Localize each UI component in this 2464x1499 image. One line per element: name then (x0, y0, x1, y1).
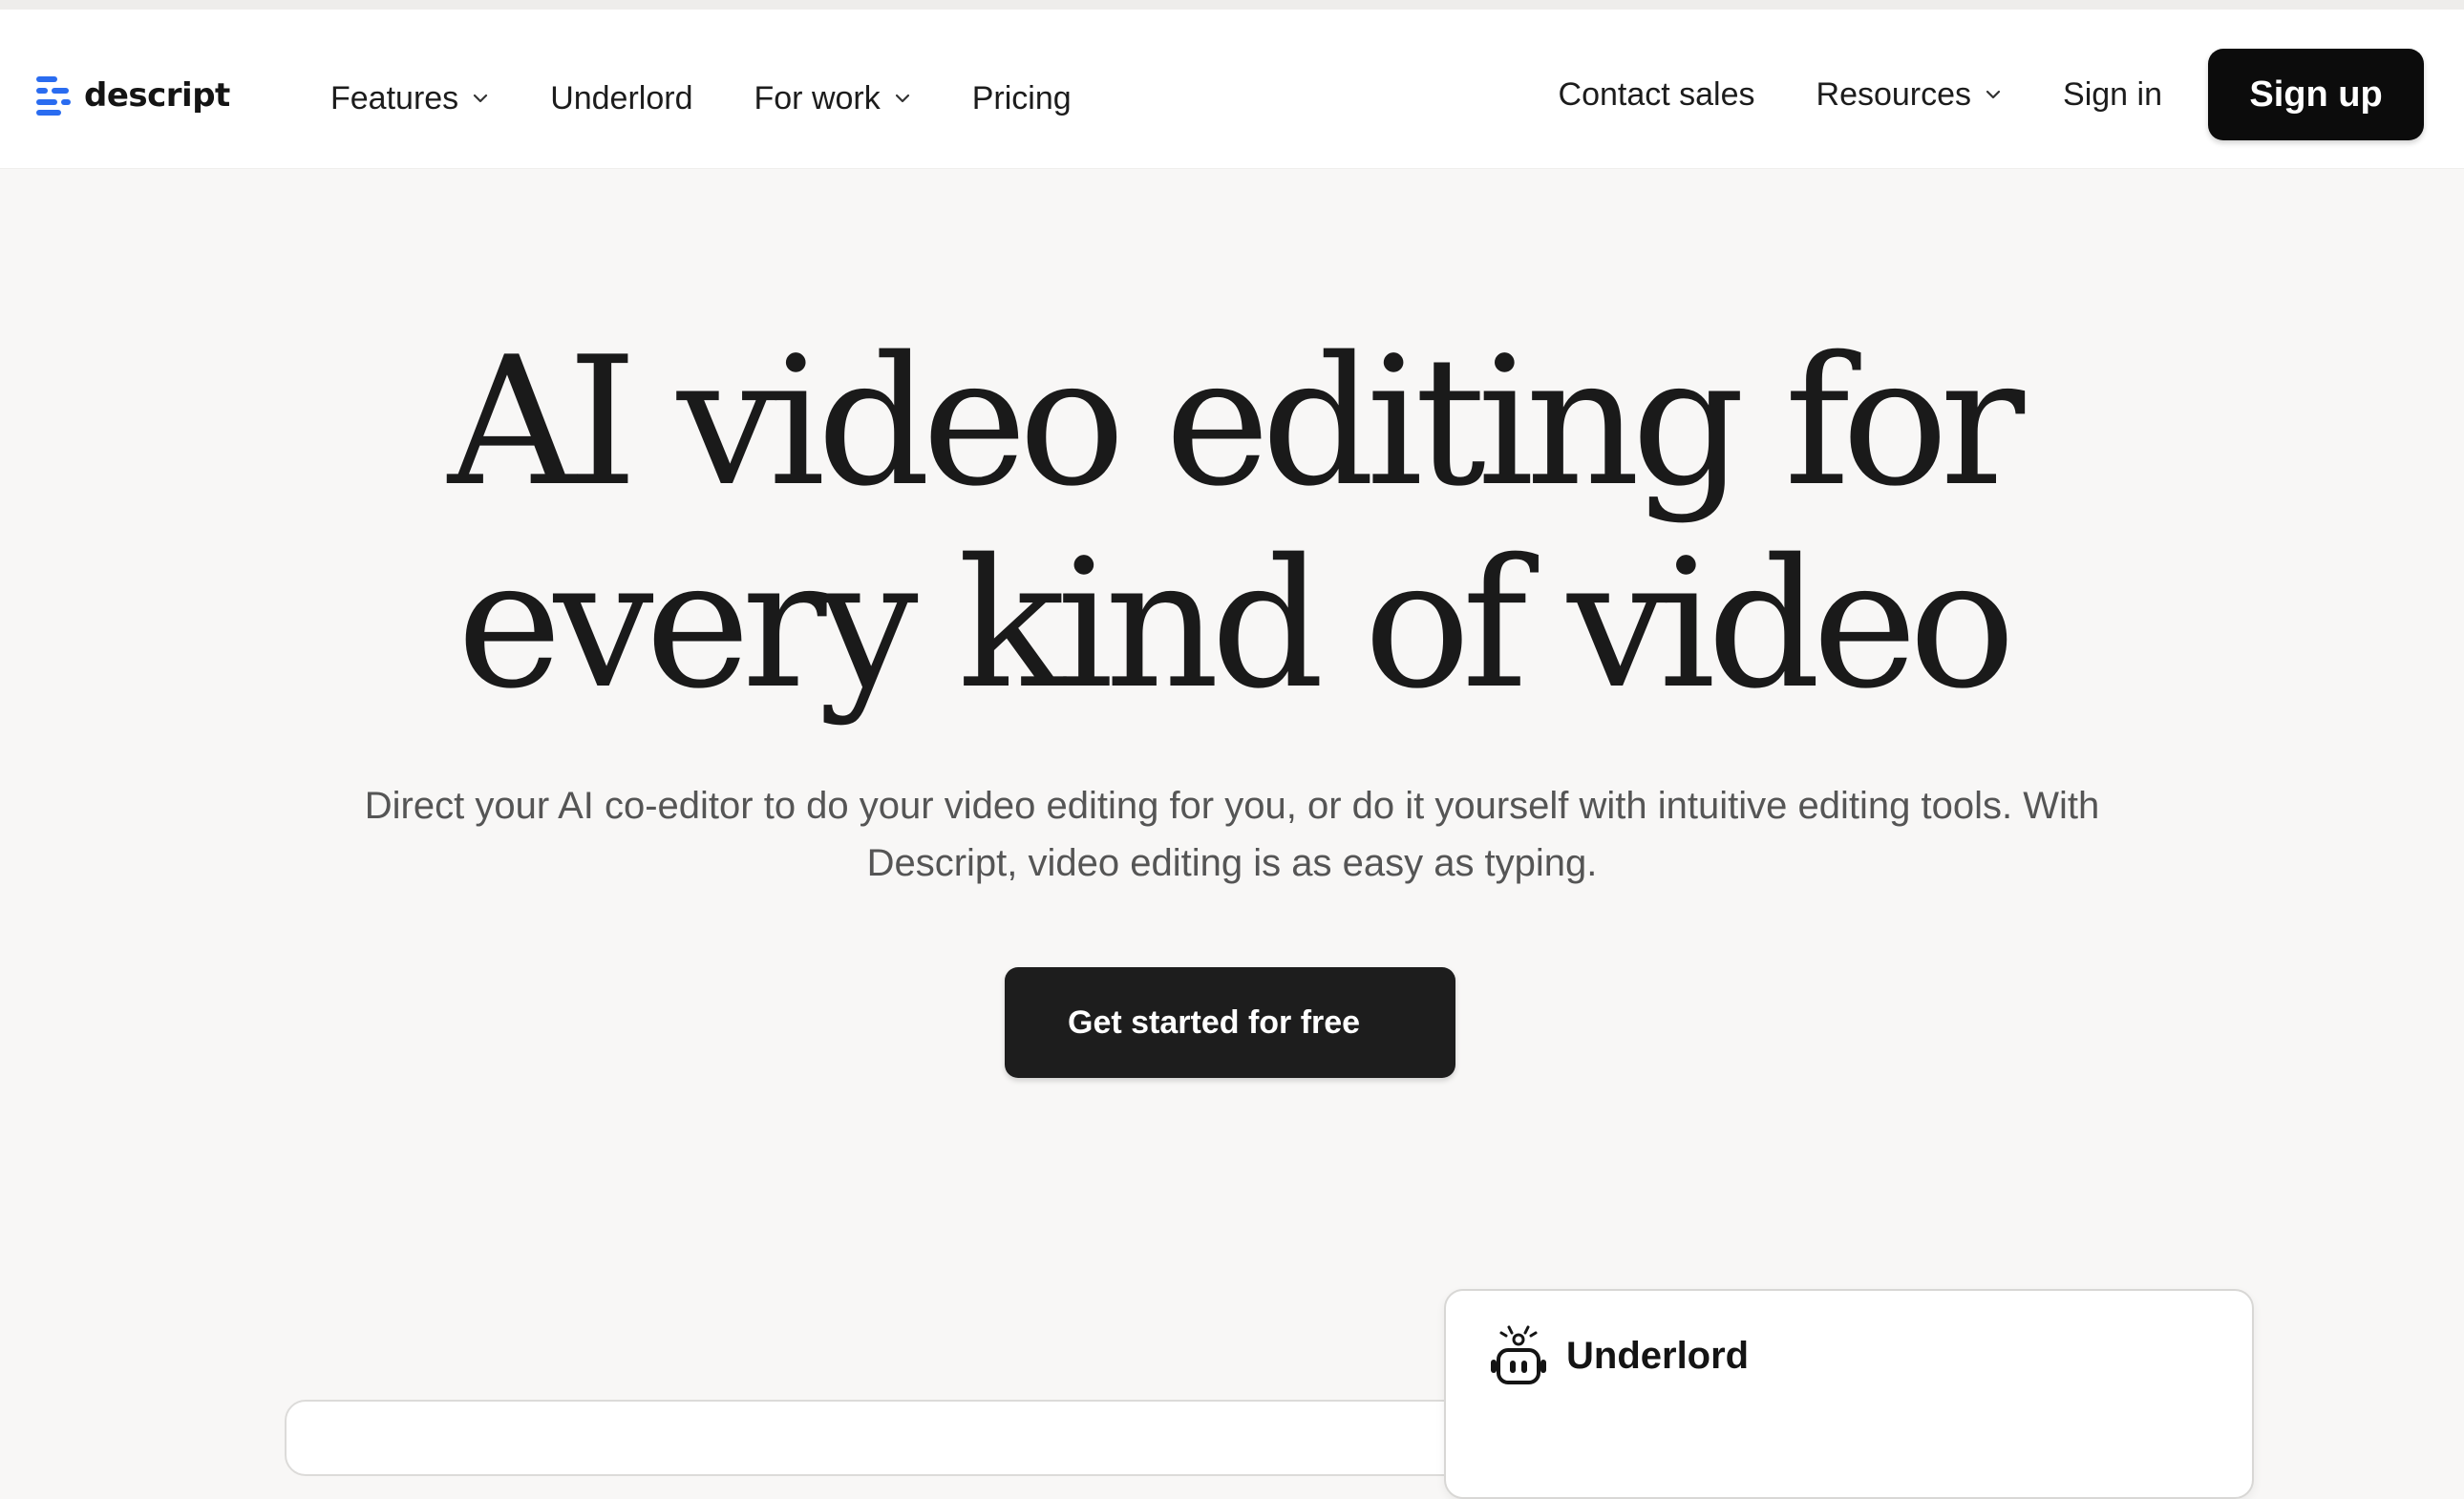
hero-title-line-1: AI video editing for (447, 318, 2025, 525)
nav-item-contact-sales[interactable]: Contact sales (1559, 76, 1755, 114)
secondary-nav: Contact sales Resources Sign in Sign up (1559, 44, 2424, 145)
hero-subtitle: Direct your AI co-editor to do your vide… (364, 785, 2100, 884)
nav-item-label: Pricing (971, 79, 1072, 116)
underlord-card-header: Underlord (1488, 1323, 1749, 1388)
nav-item-underlord[interactable]: Underlord (550, 80, 692, 117)
top-strip (0, 0, 2464, 10)
descript-logo-icon (36, 76, 71, 116)
nav-item-label: Sign in (2063, 75, 2162, 113)
nav-item-features[interactable]: Features (330, 80, 489, 117)
logo-wordmark: descript (84, 76, 230, 115)
nav-item-resources[interactable]: Resources (1816, 76, 2003, 114)
primary-nav: Features Underlord For work Pricing (330, 69, 1133, 128)
nav-item-label: For work (754, 79, 881, 116)
nav-item-label: Contact sales (1558, 75, 1755, 113)
nav-item-label: Underlord (550, 79, 693, 116)
top-navigation: descript Features Underlord For work Pri… (0, 10, 2464, 169)
hero-title: AI video editing for every kind of video (0, 321, 2464, 726)
descript-logo[interactable]: descript (34, 73, 230, 118)
hero-title-line-2: every kind of video (457, 520, 2015, 728)
nav-item-pricing[interactable]: Pricing (972, 80, 1072, 117)
nav-item-for-work[interactable]: For work (754, 80, 911, 117)
get-started-button[interactable]: Get started for free (1005, 967, 1455, 1078)
underlord-card-title: Underlord (1566, 1334, 1750, 1377)
robot-icon (1491, 1325, 1546, 1384)
nav-item-label: Resources (1816, 75, 1972, 113)
chevron-down-icon (895, 94, 909, 103)
sign-in-link[interactable]: Sign in (2063, 76, 2162, 114)
chevron-down-icon (474, 94, 488, 103)
sign-up-button[interactable]: Sign up (2208, 49, 2424, 140)
nav-item-label: Features (330, 79, 459, 116)
chevron-down-icon (1986, 90, 2001, 99)
underlord-card: Underlord (1444, 1289, 2254, 1499)
